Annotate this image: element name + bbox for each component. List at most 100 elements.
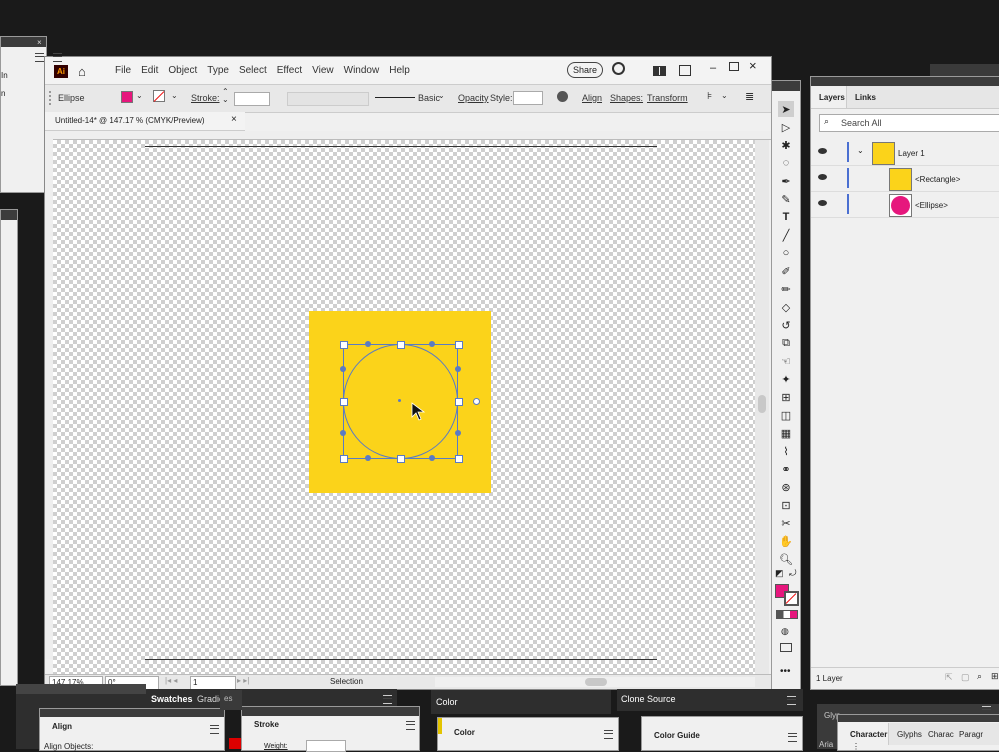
next-artboard-icon[interactable]: ▸ ▸|: [237, 676, 249, 685]
scale-tool-icon[interactable]: ⧉: [778, 335, 794, 351]
layer-row-layer-1[interactable]: ⌄ Layer 1: [811, 140, 999, 166]
artboard-field[interactable]: 1: [190, 676, 236, 690]
pen-tool-icon[interactable]: ✒: [778, 173, 794, 189]
minimize-button[interactable]: –: [710, 62, 724, 74]
default-colors-icon[interactable]: ◩: [775, 568, 784, 579]
layer-row-ellipse[interactable]: <Ellipse>: [811, 192, 999, 218]
lasso-tool-icon[interactable]: ◌: [778, 155, 794, 171]
anchor-point[interactable]: [340, 430, 346, 436]
menu-file[interactable]: File: [115, 65, 131, 76]
anchor-point[interactable]: [365, 341, 371, 347]
panel-menu-icon[interactable]: [788, 733, 797, 742]
tab-paragr[interactable]: Paragr: [959, 730, 983, 739]
menu-object[interactable]: Object: [168, 65, 197, 76]
anchor-point[interactable]: [455, 366, 461, 372]
home-icon[interactable]: ⌂: [78, 64, 86, 79]
visibility-eye-icon[interactable]: [818, 200, 827, 206]
symbol-sprayer-tool-icon[interactable]: ⊛: [778, 479, 794, 495]
style-field[interactable]: [513, 91, 543, 105]
resize-handle-ml[interactable]: [340, 398, 348, 406]
stroke-weight-field[interactable]: [234, 92, 270, 106]
document-tab-close-icon[interactable]: ×: [231, 114, 237, 125]
horizontal-scroll-thumb[interactable]: [585, 678, 607, 686]
artboard-tool-icon[interactable]: ⊡: [778, 497, 794, 513]
gradient-tool-icon[interactable]: ▦: [778, 425, 794, 441]
align-panel-title[interactable]: Align: [52, 722, 72, 731]
color-panel-title[interactable]: Color: [454, 728, 475, 737]
resize-handle-tr[interactable]: [455, 341, 463, 349]
share-button[interactable]: Share: [567, 62, 603, 78]
menu-effect[interactable]: Effect: [277, 65, 302, 76]
align-options-icon[interactable]: ⊧: [707, 91, 712, 102]
anchor-point[interactable]: [429, 341, 435, 347]
transform-label[interactable]: Transform: [647, 93, 688, 103]
menu-help[interactable]: Help: [389, 65, 410, 76]
stroke-label[interactable]: Stroke:: [191, 93, 220, 103]
selection-tool-icon[interactable]: ➤: [778, 101, 794, 117]
first-artboard-icon[interactable]: |◂ ◂: [165, 676, 177, 685]
panel-menu-icon[interactable]: [787, 696, 796, 705]
expand-chevron-icon[interactable]: ⌄: [857, 146, 864, 155]
tab-layers[interactable]: Layers: [811, 86, 847, 108]
swap-colors-icon[interactable]: ⤾: [789, 568, 797, 579]
visibility-eye-icon[interactable]: [818, 148, 827, 154]
tab-clone-source[interactable]: Clone Source: [621, 692, 676, 706]
rotate-tool-icon[interactable]: ↺: [778, 317, 794, 333]
tab-links[interactable]: Links: [855, 93, 876, 102]
stroke-color-swatch[interactable]: [784, 591, 799, 606]
puppet-warp-tool-icon[interactable]: ✦: [778, 371, 794, 387]
canvas[interactable]: [53, 140, 755, 675]
line-tool-icon[interactable]: ╱: [778, 227, 794, 243]
layers-search-input[interactable]: ⌕ Search All: [819, 114, 999, 132]
menu-select[interactable]: Select: [239, 65, 267, 76]
opacity-label[interactable]: Opacity: [458, 93, 489, 103]
tab-color[interactable]: Color: [436, 695, 458, 709]
visibility-eye-icon[interactable]: [818, 174, 827, 180]
resize-handle-bm[interactable]: [397, 455, 405, 463]
close-window-button[interactable]: ×: [749, 58, 757, 73]
layer-row-rectangle[interactable]: <Rectangle>: [811, 166, 999, 192]
collect-export-icon[interactable]: ⇱: [945, 672, 953, 683]
panel-menu-icon[interactable]: [383, 695, 392, 704]
resize-handle-tm[interactable]: [397, 341, 405, 349]
close-icon[interactable]: ×: [37, 38, 42, 47]
live-corner-widget[interactable]: [473, 398, 480, 405]
new-layer-icon[interactable]: ⊞: [991, 671, 999, 682]
resize-handle-tl[interactable]: [340, 341, 348, 349]
slice-tool-icon[interactable]: ✂: [778, 515, 794, 531]
anchor-point[interactable]: [365, 455, 371, 461]
pencil-tool-icon[interactable]: ✏: [778, 281, 794, 297]
brush-style[interactable]: Basic: [418, 93, 440, 103]
variable-width-profile[interactable]: [287, 92, 369, 106]
resize-handle-mr[interactable]: [455, 398, 463, 406]
layer-name[interactable]: <Ellipse>: [915, 201, 948, 210]
brush-dropdown-icon[interactable]: ⌄: [438, 91, 445, 100]
panel-menu-icon[interactable]: [406, 721, 415, 730]
resize-handle-bl[interactable]: [340, 455, 348, 463]
fill-swatch[interactable]: [121, 91, 133, 103]
warp-tool-icon[interactable]: ☜: [778, 353, 794, 369]
align-dropdown-icon[interactable]: ⌄: [721, 91, 728, 100]
tab-charac[interactable]: Charac: [928, 730, 954, 739]
tab-character[interactable]: Character: [838, 723, 889, 745]
stroke-weight-input[interactable]: [306, 740, 346, 752]
stroke-panel-title[interactable]: Stroke: [254, 720, 279, 729]
control-bar-menu-icon[interactable]: ≣: [745, 90, 754, 103]
shapes-label[interactable]: Shapes:: [610, 93, 643, 103]
horizontal-scrollbar[interactable]: [435, 677, 755, 687]
menu-type[interactable]: Type: [207, 65, 229, 76]
vertical-scroll-thumb[interactable]: [758, 395, 766, 413]
magic-wand-tool-icon[interactable]: ✱: [778, 137, 794, 153]
eyedropper-tool-icon[interactable]: ⌇: [778, 443, 794, 459]
screen-mode-icon[interactable]: [780, 643, 792, 652]
make-clipping-mask-icon[interactable]: ▢: [961, 672, 970, 683]
arrange-documents-icon[interactable]: [653, 66, 666, 76]
search-icon[interactable]: [612, 62, 625, 75]
fill-dropdown-icon[interactable]: ⌄: [136, 91, 143, 100]
paintbrush-tool-icon[interactable]: ✐: [778, 263, 794, 279]
maximize-button[interactable]: [729, 62, 739, 71]
anchor-point[interactable]: [455, 430, 461, 436]
stroke-swatch[interactable]: [153, 90, 165, 102]
panel-menu-icon[interactable]: [35, 53, 44, 62]
align-label[interactable]: Align: [582, 93, 602, 103]
